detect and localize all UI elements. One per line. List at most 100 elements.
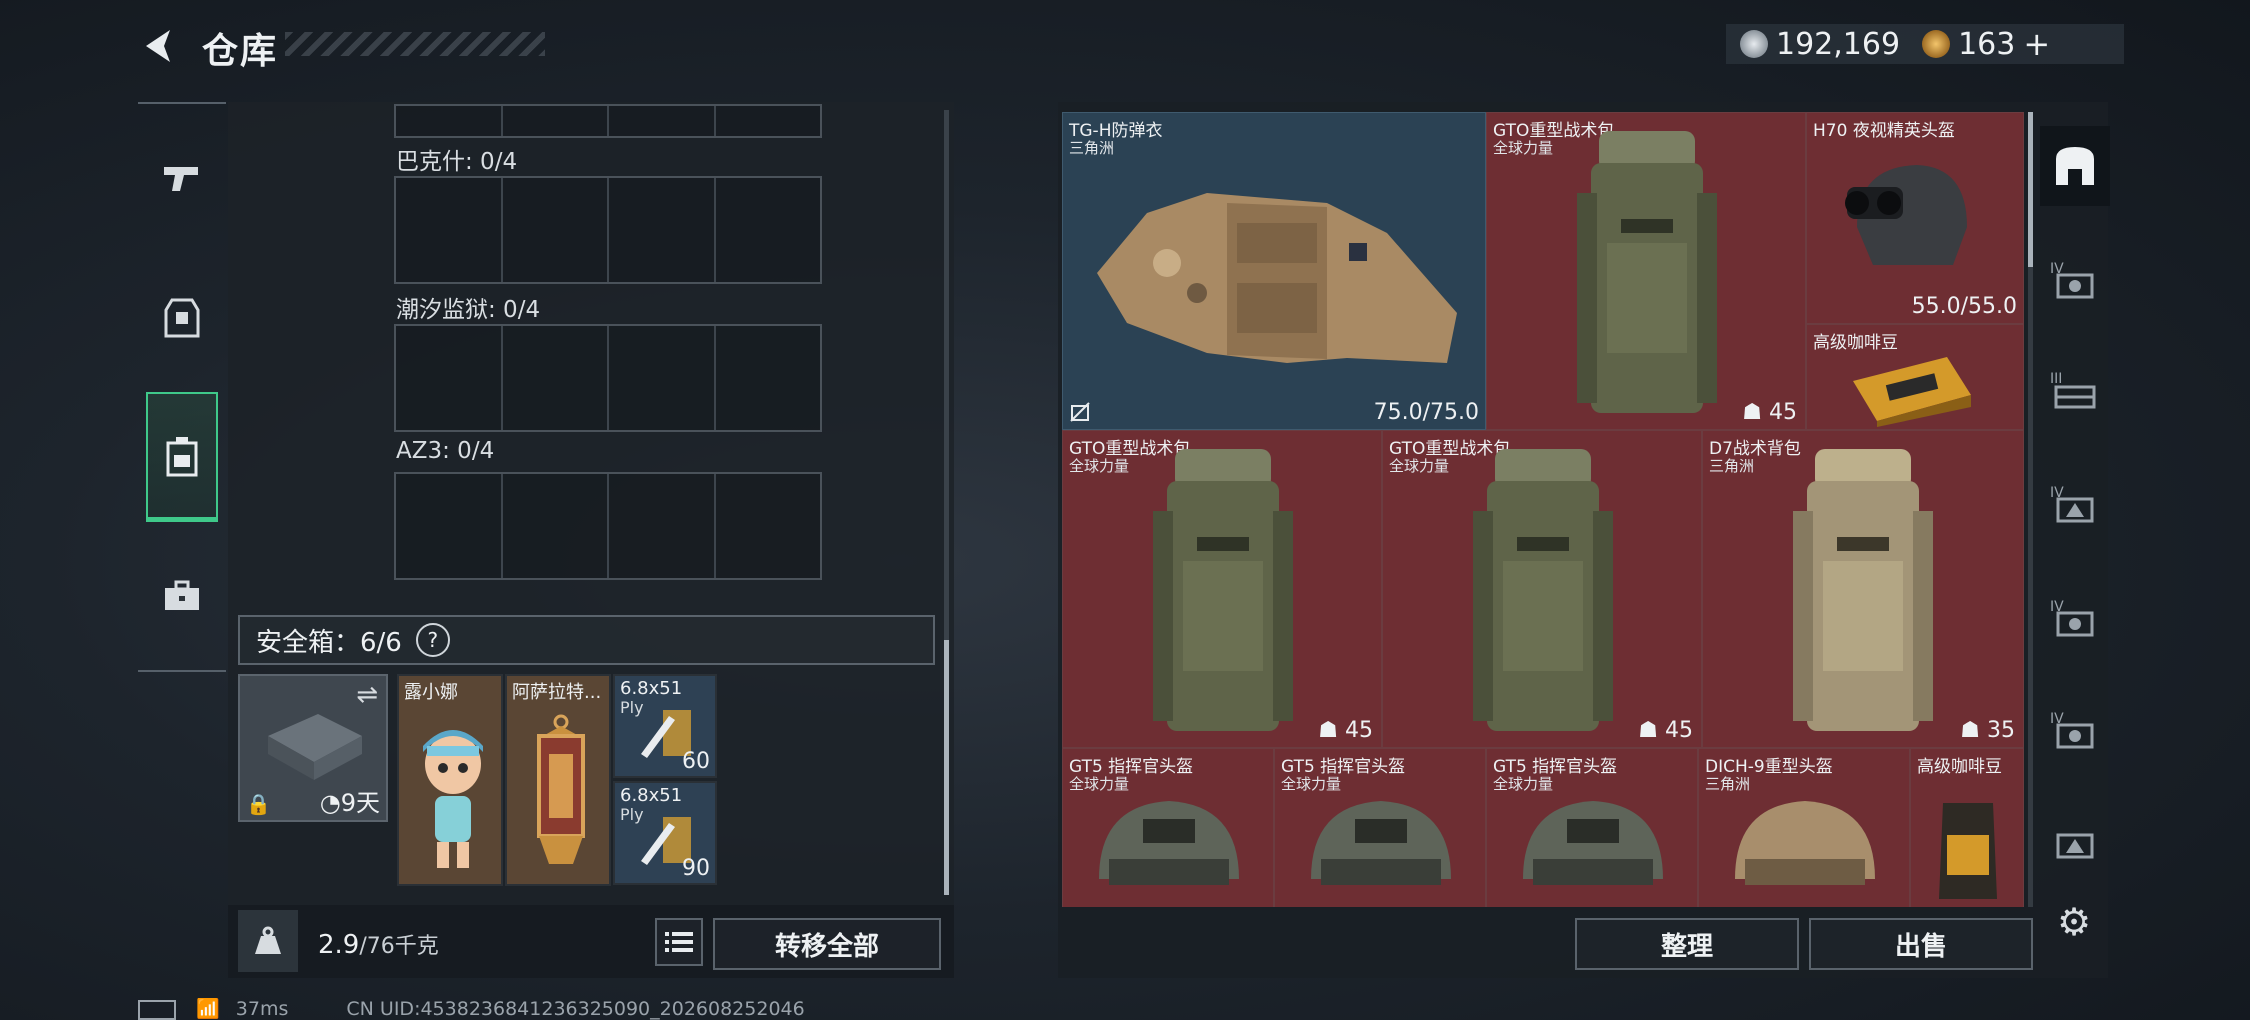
slot-grid[interactable] (394, 472, 822, 580)
organize-button[interactable]: 整理 (1575, 918, 1799, 970)
inventory-cell[interactable]: H70 夜视精英头盔 55.0/55.0 (1806, 112, 2024, 324)
no-trade-icon (1070, 402, 1090, 422)
battery-icon (138, 999, 176, 1020)
nvg-helmet-icon (1845, 165, 1967, 265)
tab-bag-4[interactable]: IV (2040, 690, 2110, 770)
slot-grid[interactable] (394, 176, 822, 284)
helmet-tier-icon: IV (2050, 485, 2094, 523)
helmet-icon (1311, 801, 1451, 885)
lock-icon: 🔒 (246, 792, 271, 816)
tile-name: 6.8x51 (620, 785, 683, 806)
weight-lock-button[interactable] (238, 910, 298, 972)
rail-armor[interactable] (146, 278, 218, 358)
left-scroll-thumb[interactable] (944, 640, 949, 895)
item-count: ☗ 35 (1960, 718, 2015, 743)
tab-case-4[interactable]: IV (2040, 578, 2110, 658)
inventory-cell[interactable]: GTO重型战术包 全球力量 ☗ 45 (1062, 430, 1382, 748)
weight-value: 2.9 (318, 930, 360, 960)
inventory-cell[interactable]: GT5 指挥官头盔 全球力量 (1486, 748, 1698, 907)
durability: 55.0/55.0 (1911, 294, 2017, 319)
page-title: 仓库 (202, 31, 279, 72)
item-tile[interactable]: 6.8x51 Ply 60 (613, 674, 717, 778)
vest-icon (164, 298, 200, 338)
inventory-cell[interactable]: GTO重型战术包 全球力量 ☗ 45 (1382, 430, 1702, 748)
coffee-bag-icon (1853, 357, 1971, 427)
item-tile[interactable]: 露小娜 (397, 674, 503, 886)
item-tile[interactable]: 6.8x51 Ply 90 (613, 781, 717, 885)
tab-helmet-4[interactable]: IV (2040, 464, 2110, 544)
bag-tier-icon: IV (2050, 711, 2094, 749)
stack-icon: ☗ (1742, 400, 1762, 425)
clock-icon: ◔ (319, 789, 341, 817)
gold-coin-icon (1922, 30, 1951, 58)
stack-icon: ☗ (1960, 718, 1980, 743)
case-tier-icon: IV (2050, 599, 2094, 637)
secure-case[interactable]: ⇌ 🔒 ◔9天 (238, 674, 388, 822)
item-count: ☗ 45 (1742, 400, 1797, 425)
status-bar: 📶 37ms CN UID:4538236841236325090_202608… (138, 997, 805, 1020)
list-icon (665, 932, 693, 952)
inventory-cell[interactable]: 高级咖啡豆 (1910, 748, 2024, 907)
wifi-icon: 📶 (196, 998, 220, 1020)
coffee-bag-icon (1939, 803, 1997, 899)
cell-sub: 全球力量 (1389, 457, 1450, 475)
list-view-button[interactable] (655, 918, 703, 966)
inventory-cell[interactable]: DICH-9重型头盔 三角洲 (1698, 748, 1910, 907)
currency-bar: 192,169 163 + (1726, 24, 2124, 64)
helmet-icon (1099, 801, 1239, 885)
cell-sub: 全球力量 (1493, 139, 1554, 157)
rail-briefcase[interactable] (146, 556, 218, 636)
slot-grid-top (394, 104, 822, 138)
cell-name: H70 夜视精英头盔 (1813, 121, 1955, 141)
case-days-text: 9天 (340, 789, 380, 817)
helmet-icon (1735, 801, 1875, 885)
settings-gear-icon[interactable]: ⚙ (2052, 900, 2096, 944)
add-currency-button[interactable]: + (2023, 25, 2050, 63)
item-count-text: 35 (1987, 718, 2015, 743)
currency-b-value: 163 (1958, 26, 2016, 62)
ping-text: 37ms (235, 998, 289, 1020)
inventory-cell[interactable]: GTO重型战术包 全球力量 ☗ 45 (1486, 112, 1806, 430)
cell-sub: 三角洲 (1069, 139, 1115, 157)
backpack-icon (166, 436, 198, 476)
right-scroll-thumb[interactable] (2028, 112, 2033, 267)
tab-misc[interactable] (2040, 800, 2110, 880)
rail-backpack[interactable] (146, 392, 218, 522)
rig-tier-icon: III (2050, 371, 2096, 409)
title-stripe-decoration (285, 32, 545, 56)
backpack-item-icon (1577, 131, 1717, 413)
rail-weapons[interactable] (146, 138, 218, 218)
weight-max: /76千克 (359, 934, 439, 959)
item-count-text: 45 (1345, 718, 1373, 743)
inventory-cell[interactable]: GT5 指挥官头盔 全球力量 (1274, 748, 1486, 907)
swap-icon[interactable]: ⇌ (356, 680, 378, 710)
slot-grid[interactable] (394, 324, 822, 432)
tab-rig-3[interactable]: III (2040, 350, 2110, 430)
tile-name: 露小娜 (404, 682, 458, 703)
currency-a-value: 192,169 (1776, 26, 1901, 62)
inventory-cell[interactable]: GT5 指挥官头盔 全球力量 (1062, 748, 1274, 907)
item-count: ☗ 45 (1638, 718, 1693, 743)
inventory-cell[interactable]: TG-H防弹衣 三角洲 75.0/75.0 (1062, 112, 1486, 430)
back-button[interactable] (138, 24, 182, 68)
inventory-cell[interactable]: 高级咖啡豆 (1806, 324, 2024, 430)
briefcase-icon (165, 580, 199, 610)
slot-label: 巴克什: 0/4 (396, 149, 518, 175)
item-tile[interactable]: 阿萨拉特... (505, 674, 611, 886)
backpack-item-icon (1153, 449, 1293, 731)
safebox-label: 安全箱：6/6 (256, 627, 402, 658)
transfer-all-button[interactable]: 转移全部 (713, 918, 941, 970)
sell-button[interactable]: 出售 (1809, 918, 2033, 970)
cell-name: 高级咖啡豆 (1917, 757, 2002, 777)
misc-tier-icon (2056, 833, 2094, 859)
armor-tier-icon: IV (2050, 261, 2094, 299)
slot-label: 潮汐监狱: 0/4 (396, 297, 541, 323)
tile-name: 6.8x51 (620, 678, 683, 699)
safebox-bar: 安全箱：6/6 ? (238, 615, 935, 665)
inventory-cell[interactable]: D7战术背包 三角洲 ☗ 35 (1702, 430, 2024, 748)
svg-text:III: III (2050, 371, 2062, 387)
tab-armor-4[interactable]: IV (2040, 240, 2110, 320)
weight-readout: 2.9/76千克 (318, 928, 439, 960)
tab-all[interactable] (2040, 126, 2110, 206)
help-button[interactable]: ? (415, 623, 450, 657)
